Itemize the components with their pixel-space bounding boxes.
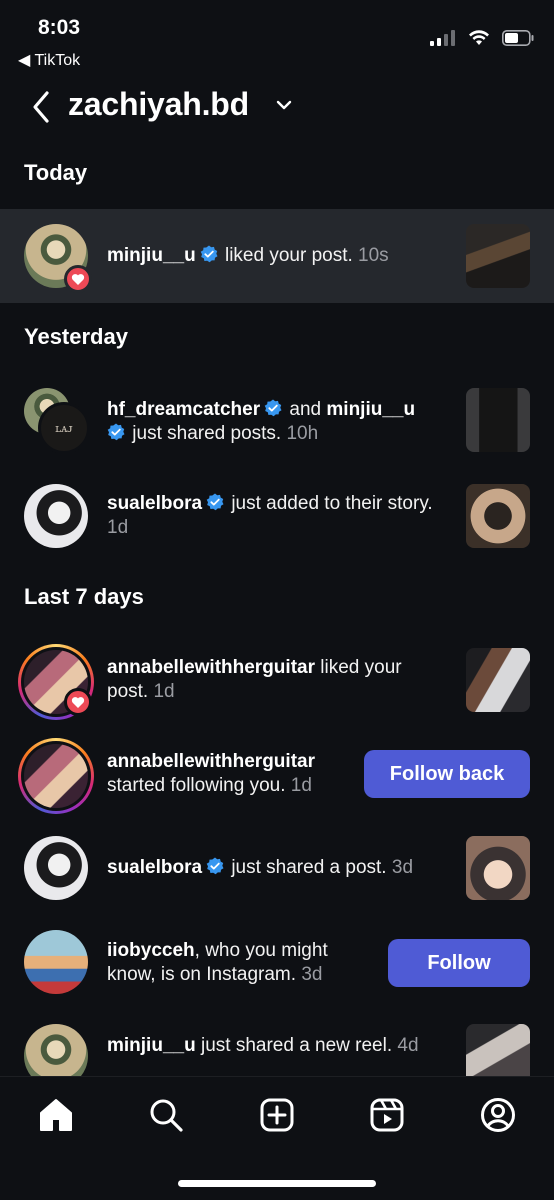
notification-action: just shared posts. [132,423,282,444]
notification-action: started following you. [107,775,286,796]
timestamp: 10h [286,423,319,444]
status-icons [430,30,534,46]
timestamp: 1d [107,517,129,538]
notification-text: annabellewithherguitar liked your post. … [107,656,447,704]
follow-button[interactable]: Follow [388,939,530,987]
profile-icon[interactable] [480,1097,516,1133]
post-thumbnail[interactable] [466,648,530,712]
back-to-app-link[interactable]: ◀ TikTok [18,50,80,70]
heart-icon [71,696,85,708]
story-ring[interactable] [18,738,94,814]
notification-row[interactable]: ʟᴀᴊ hf_dreamcatcher and minjiu__u just s… [0,380,554,466]
notification-action: just added to their story. [231,493,433,514]
chevron-down-icon[interactable] [276,100,292,110]
search-icon[interactable] [148,1097,184,1133]
section-title-last-7-days: Last 7 days [24,584,144,609]
username[interactable]: sualelbora [107,857,202,878]
notification-action: just shared a post. [231,857,387,878]
username[interactable]: annabellewithherguitar [107,657,315,678]
section-title-yesterday: Yesterday [24,324,128,349]
notification-action: just shared a new reel. [200,1035,393,1056]
post-thumbnail[interactable] [466,224,530,288]
post-thumbnail[interactable] [466,388,530,452]
home-icon[interactable] [38,1097,74,1133]
notification-text: annabellewithherguitar started following… [107,750,357,798]
verified-badge-icon [264,399,282,417]
notification-row[interactable]: iiobycceh, who you might know, is on Ins… [0,928,554,1000]
status-bar: 8:03 ◀ TikTok [0,0,554,76]
notification-text: minjiu__u liked your post. 10s [107,244,437,268]
username[interactable]: annabellewithherguitar [107,751,315,772]
home-indicator [178,1180,376,1187]
avatar[interactable] [24,1024,88,1076]
follow-back-button[interactable]: Follow back [364,750,530,798]
create-icon[interactable] [259,1097,295,1133]
username[interactable]: iiobycceh [107,940,195,961]
verified-badge-icon [200,245,218,263]
notification-row[interactable]: minjiu__u just shared a new reel. 4d [0,1022,554,1076]
clock: 8:03 [38,16,81,39]
account-name[interactable]: zachiyah.bd [68,86,249,123]
username[interactable]: minjiu__u [107,1035,196,1056]
notification-row[interactable]: annabellewithherguitar liked your post. … [0,640,554,724]
section-title-today: Today [24,160,88,185]
story-thumbnail[interactable] [466,484,530,548]
avatar[interactable] [24,930,88,994]
avatar[interactable] [24,744,88,808]
notification-row[interactable]: sualelbora just shared a post. 3d [0,834,554,906]
like-badge [64,265,92,293]
notification-row[interactable]: annabellewithherguitar started following… [0,734,554,818]
avatar[interactable] [24,836,88,900]
username[interactable]: minjiu__u [107,245,196,266]
like-badge [64,688,92,716]
username[interactable]: minjiu__u [326,399,415,420]
username[interactable]: hf_dreamcatcher [107,399,260,420]
avatar[interactable] [24,484,88,548]
joiner-text: and [289,399,322,420]
avatar[interactable]: ʟᴀᴊ [38,402,90,454]
notification-row[interactable]: sualelbora just added to their story. 1d [0,480,554,552]
post-thumbnail[interactable] [466,836,530,900]
timestamp: 1d [153,681,175,702]
timestamp: 3d [391,857,414,878]
signal-icon [430,30,455,46]
back-chevron-icon[interactable] [30,90,52,124]
notification-text: minjiu__u just shared a new reel. 4d [107,1034,447,1058]
notification-text: hf_dreamcatcher and minjiu__u just share… [107,398,447,446]
notification-action: liked your post. [224,245,353,266]
battery-icon [502,30,534,46]
verified-badge-icon [206,857,224,875]
notification-text: sualelbora just shared a post. 3d [107,856,447,880]
notification-text: sualelbora just added to their story. 1d [107,492,437,540]
reels-icon[interactable] [369,1097,405,1133]
timestamp: 3d [301,964,323,985]
verified-badge-icon [206,493,224,511]
username[interactable]: sualelbora [107,493,202,514]
heart-icon [71,273,85,285]
notification-text: iiobycceh, who you might know, is on Ins… [107,939,367,987]
notification-row[interactable]: minjiu__u liked your post. 10s [0,209,554,303]
reel-thumbnail[interactable] [466,1024,530,1076]
verified-badge-icon [107,423,125,441]
timestamp: 1d [290,775,312,796]
wifi-icon [469,30,489,45]
header: zachiyah.bd [0,76,554,142]
timestamp: 4d [397,1035,419,1056]
group-logo: ʟᴀᴊ [55,421,73,435]
timestamp: 10s [358,245,389,266]
